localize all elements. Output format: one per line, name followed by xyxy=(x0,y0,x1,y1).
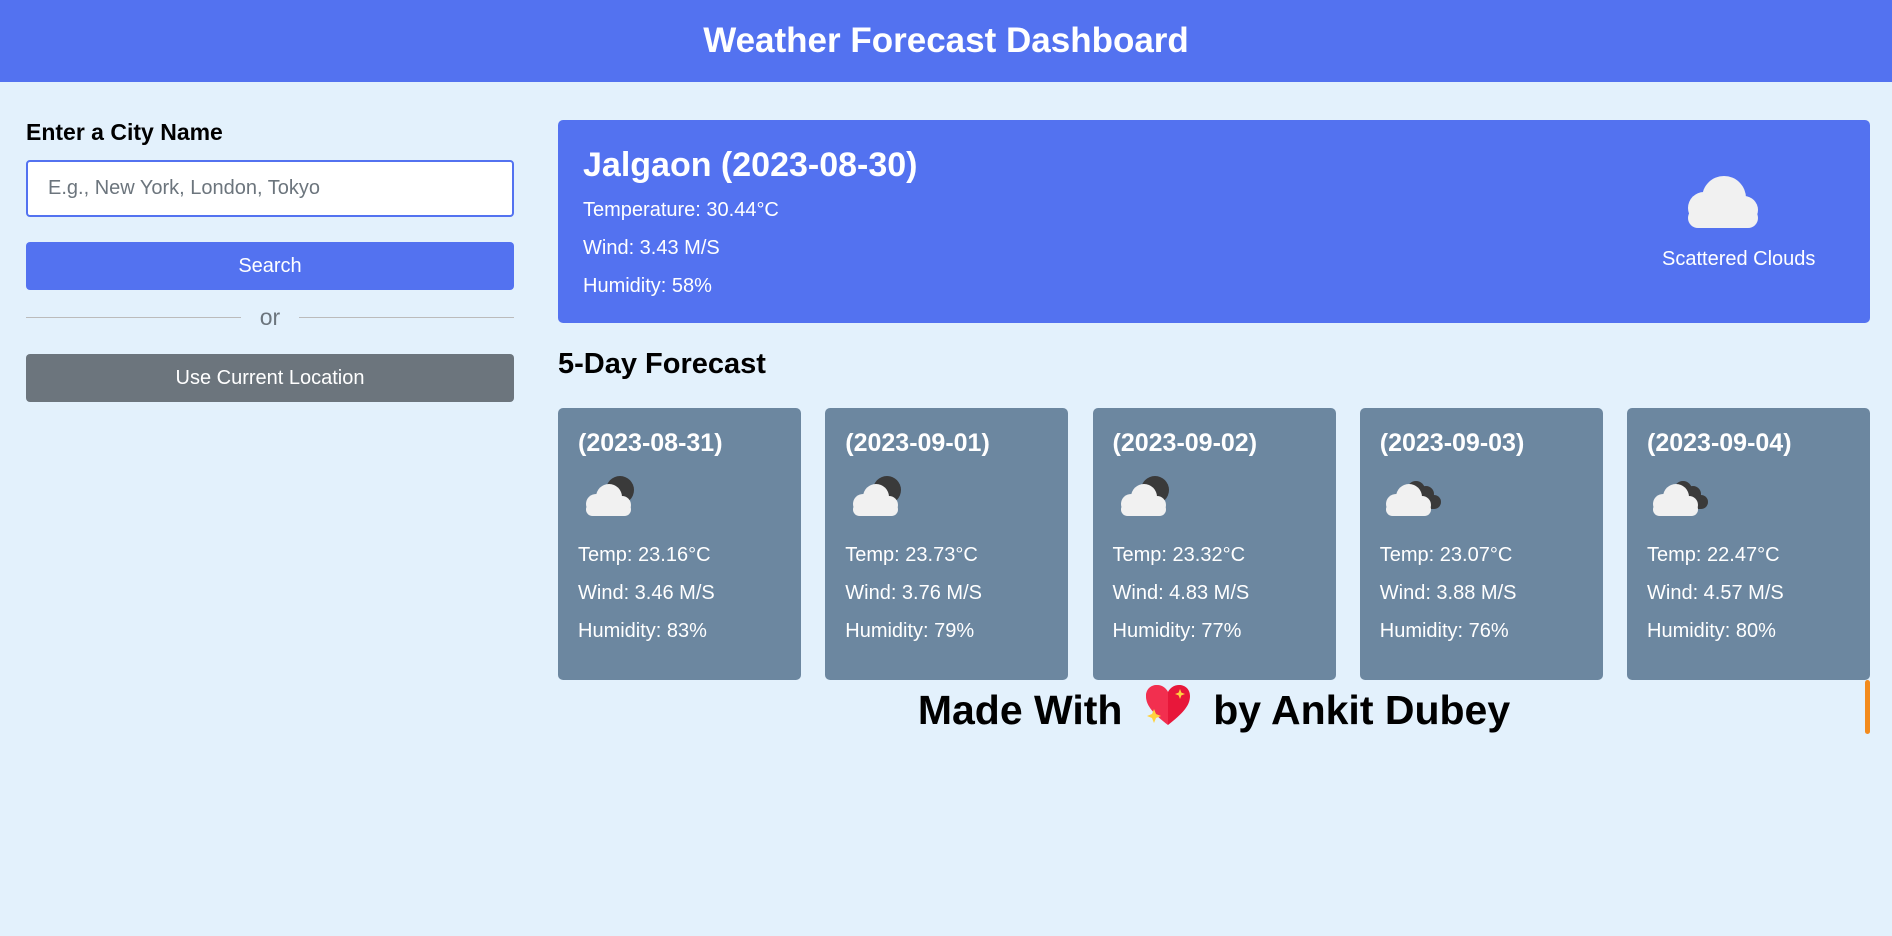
search-button[interactable]: Search xyxy=(26,242,514,290)
forecast-temp: Temp: 23.16°C xyxy=(578,544,711,566)
city-input-label: Enter a City Name xyxy=(26,119,223,145)
forecast-date: (2023-09-04) xyxy=(1647,429,1792,457)
forecast-date: (2023-09-03) xyxy=(1379,429,1525,457)
forecast-card: (2023-09-03) Temp: 23.07°C Wind: 3.88 M/… xyxy=(1359,408,1603,680)
app-header: Weather Forecast Dashboard xyxy=(0,0,1892,82)
current-weather-icon-wrap: Scattered Clouds xyxy=(1662,170,1816,271)
footer-suffix: by Ankit Dubey xyxy=(1213,687,1511,733)
current-wind: Wind: 3.43 M/S xyxy=(583,237,720,259)
forecast-humidity: Humidity: 80% xyxy=(1647,620,1776,642)
cloud-sun-icon xyxy=(1120,476,1169,516)
separator-line-left xyxy=(26,317,241,318)
scroll-indicator xyxy=(1865,680,1870,734)
cloud-sun-icon xyxy=(853,476,902,516)
scattered-clouds-icon xyxy=(1688,176,1758,228)
forecast-icon-wrap xyxy=(578,470,781,536)
city-search-panel: Enter a City Name Search or Use Current … xyxy=(26,118,514,402)
forecast-temp: Temp: 23.73°C xyxy=(845,544,978,566)
current-humidity: Humidity: 58% xyxy=(583,275,712,297)
current-weather-details: Jalgaon (2023-08-30) Temperature: 30.44°… xyxy=(583,145,918,305)
forecast-humidity: Humidity: 76% xyxy=(1379,620,1509,642)
forecast-icon-wrap xyxy=(1113,470,1316,536)
forecast-icon-wrap xyxy=(1380,470,1583,536)
forecast-wind: Wind: 3.76 M/S xyxy=(845,582,982,604)
footer-prefix: Made With xyxy=(917,687,1123,733)
or-separator: or xyxy=(26,300,514,334)
broken-clouds-icon xyxy=(1385,481,1441,516)
forecast-card: (2023-09-04) Temp: 22.47°C Wind: 4.57 M/… xyxy=(1627,408,1870,680)
forecast-wind: Wind: 4.83 M/S xyxy=(1112,582,1250,604)
forecast-card: (2023-08-31) Temp: 23.16°C Wind: 3.46 M/… xyxy=(558,408,801,680)
use-current-location-button[interactable]: Use Current Location xyxy=(26,354,514,402)
forecast-heading: 5-Day Forecast xyxy=(558,348,766,380)
forecast-date: (2023-09-01) xyxy=(845,429,990,457)
page-title: Weather Forecast Dashboard xyxy=(703,21,1189,60)
forecast-wind: Wind: 4.57 M/S xyxy=(1647,582,1784,604)
forecast-temp: Temp: 23.07°C xyxy=(1379,544,1513,566)
forecast-icon-wrap xyxy=(1647,470,1850,536)
forecast-humidity: Humidity: 79% xyxy=(845,620,975,642)
current-weather-description: Scattered Clouds xyxy=(1662,248,1816,270)
forecast-wind: Wind: 3.46 M/S xyxy=(578,582,715,604)
separator-text: or xyxy=(259,303,281,330)
forecast-icon-wrap xyxy=(845,470,1048,536)
forecast-date: (2023-09-02) xyxy=(1112,429,1258,457)
current-weather-card: Jalgaon (2023-08-30) Temperature: 30.44°… xyxy=(558,120,1870,323)
forecast-card: (2023-09-01) Temp: 23.73°C Wind: 3.76 M/… xyxy=(825,408,1069,680)
footer-credit: Made With by Ankit Dubey xyxy=(558,680,1870,743)
forecast-wind: Wind: 3.88 M/S xyxy=(1379,582,1517,604)
separator-line-right xyxy=(299,317,514,318)
current-temperature: Temperature: 30.44°C xyxy=(583,199,779,221)
forecast-card: (2023-09-02) Temp: 23.32°C Wind: 4.83 M/… xyxy=(1092,408,1336,680)
forecast-cards: (2023-08-31) Temp: 23.16°C Wind: 3.46 M/… xyxy=(558,408,1870,680)
cloud-sun-icon xyxy=(586,476,634,516)
broken-clouds-icon xyxy=(1653,481,1708,516)
forecast-temp: Temp: 22.47°C xyxy=(1647,544,1780,566)
forecast-humidity: Humidity: 77% xyxy=(1112,620,1242,642)
sparkling-heart-icon xyxy=(1144,683,1192,743)
forecast-date: (2023-08-31) xyxy=(578,429,723,457)
forecast-humidity: Humidity: 83% xyxy=(578,620,707,642)
city-search-input[interactable] xyxy=(26,160,514,217)
current-city-date: Jalgaon (2023-08-30) xyxy=(583,146,918,184)
forecast-temp: Temp: 23.32°C xyxy=(1112,544,1246,566)
